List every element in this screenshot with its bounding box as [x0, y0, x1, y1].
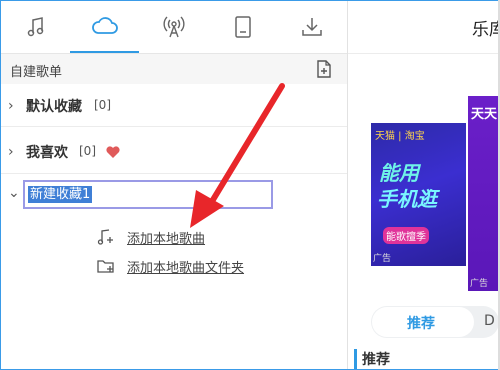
top-tab-bar [1, 1, 347, 54]
banner-brand-text: 天猫 | 淘宝 [375, 131, 425, 142]
cloud-icon [91, 17, 118, 34]
playlist-rename-input[interactable]: 新建收藏1 [23, 180, 273, 209]
add-local-folder-label: 添加本地歌曲文件夹 [127, 261, 245, 276]
section-marker [354, 349, 357, 369]
playlist-count: [0] [94, 98, 111, 112]
section-heading: 推荐 [362, 352, 390, 368]
playlist-item-favorites[interactable]: › 我喜欢 [0] [1, 131, 347, 173]
music-note-icon [27, 17, 43, 37]
tab-music[interactable] [1, 1, 70, 53]
playlist-section-header: 自建歌单 [1, 54, 347, 84]
chevron-down-icon[interactable]: ⌄ [8, 185, 20, 201]
add-music-icon [97, 229, 113, 245]
ad-label: 广告 [373, 254, 392, 264]
playlist-count: [0] [79, 144, 96, 158]
heart-icon [106, 146, 120, 158]
chevron-right-icon[interactable]: › [8, 144, 14, 160]
download-icon [301, 18, 322, 36]
promo-banner[interactable]: 天猫 | 淘宝 能用 手机逛 能歌擅季 广告 [371, 123, 466, 266]
banner-subtext: 能歌擅季 [383, 227, 429, 244]
banner2-text: 天天 [471, 107, 498, 122]
add-local-songs-label: 添加本地歌曲 [127, 232, 206, 247]
new-playlist-icon[interactable] [314, 59, 334, 79]
app-window: 自建歌单 › 默认收藏 [0] › 我喜欢 [0] ⌄ 新建收藏1 添加本地歌曲… [0, 0, 500, 370]
device-icon [234, 16, 251, 38]
playlist-name: 我喜欢 [26, 145, 68, 161]
divider [1, 126, 347, 127]
banner-headline-2: 手机逛 [377, 187, 437, 211]
library-title: 乐库 [472, 20, 499, 40]
divider [348, 53, 499, 54]
rename-input-value[interactable]: 新建收藏1 [28, 186, 93, 203]
banner-headline-1: 能用 [379, 161, 419, 185]
subtab-recommend[interactable]: 推荐 [407, 313, 435, 333]
tab-cloud[interactable] [70, 1, 139, 53]
subtab-d[interactable]: D [484, 313, 495, 329]
tab-radio[interactable] [139, 1, 208, 53]
divider [1, 173, 347, 174]
add-folder-icon [97, 260, 114, 273]
playlist-name: 默认收藏 [26, 99, 82, 115]
left-panel: 自建歌单 › 默认收藏 [0] › 我喜欢 [0] ⌄ 新建收藏1 添加本地歌曲… [1, 1, 348, 369]
promo-banner-secondary[interactable]: 天天 广告 [468, 96, 499, 291]
section-title: 自建歌单 [10, 65, 63, 80]
tab-download[interactable] [277, 1, 346, 53]
right-panel: 乐库 天猫 | 淘宝 能用 手机逛 能歌擅季 广告 天天 广告 推荐 D 推荐 [348, 1, 499, 369]
ad-label: 广告 [470, 279, 489, 289]
chevron-right-icon[interactable]: › [8, 98, 14, 114]
tab-device[interactable] [208, 1, 277, 53]
radio-broadcast-icon [162, 16, 185, 38]
playlist-item-default[interactable]: › 默认收藏 [0] [1, 85, 347, 127]
